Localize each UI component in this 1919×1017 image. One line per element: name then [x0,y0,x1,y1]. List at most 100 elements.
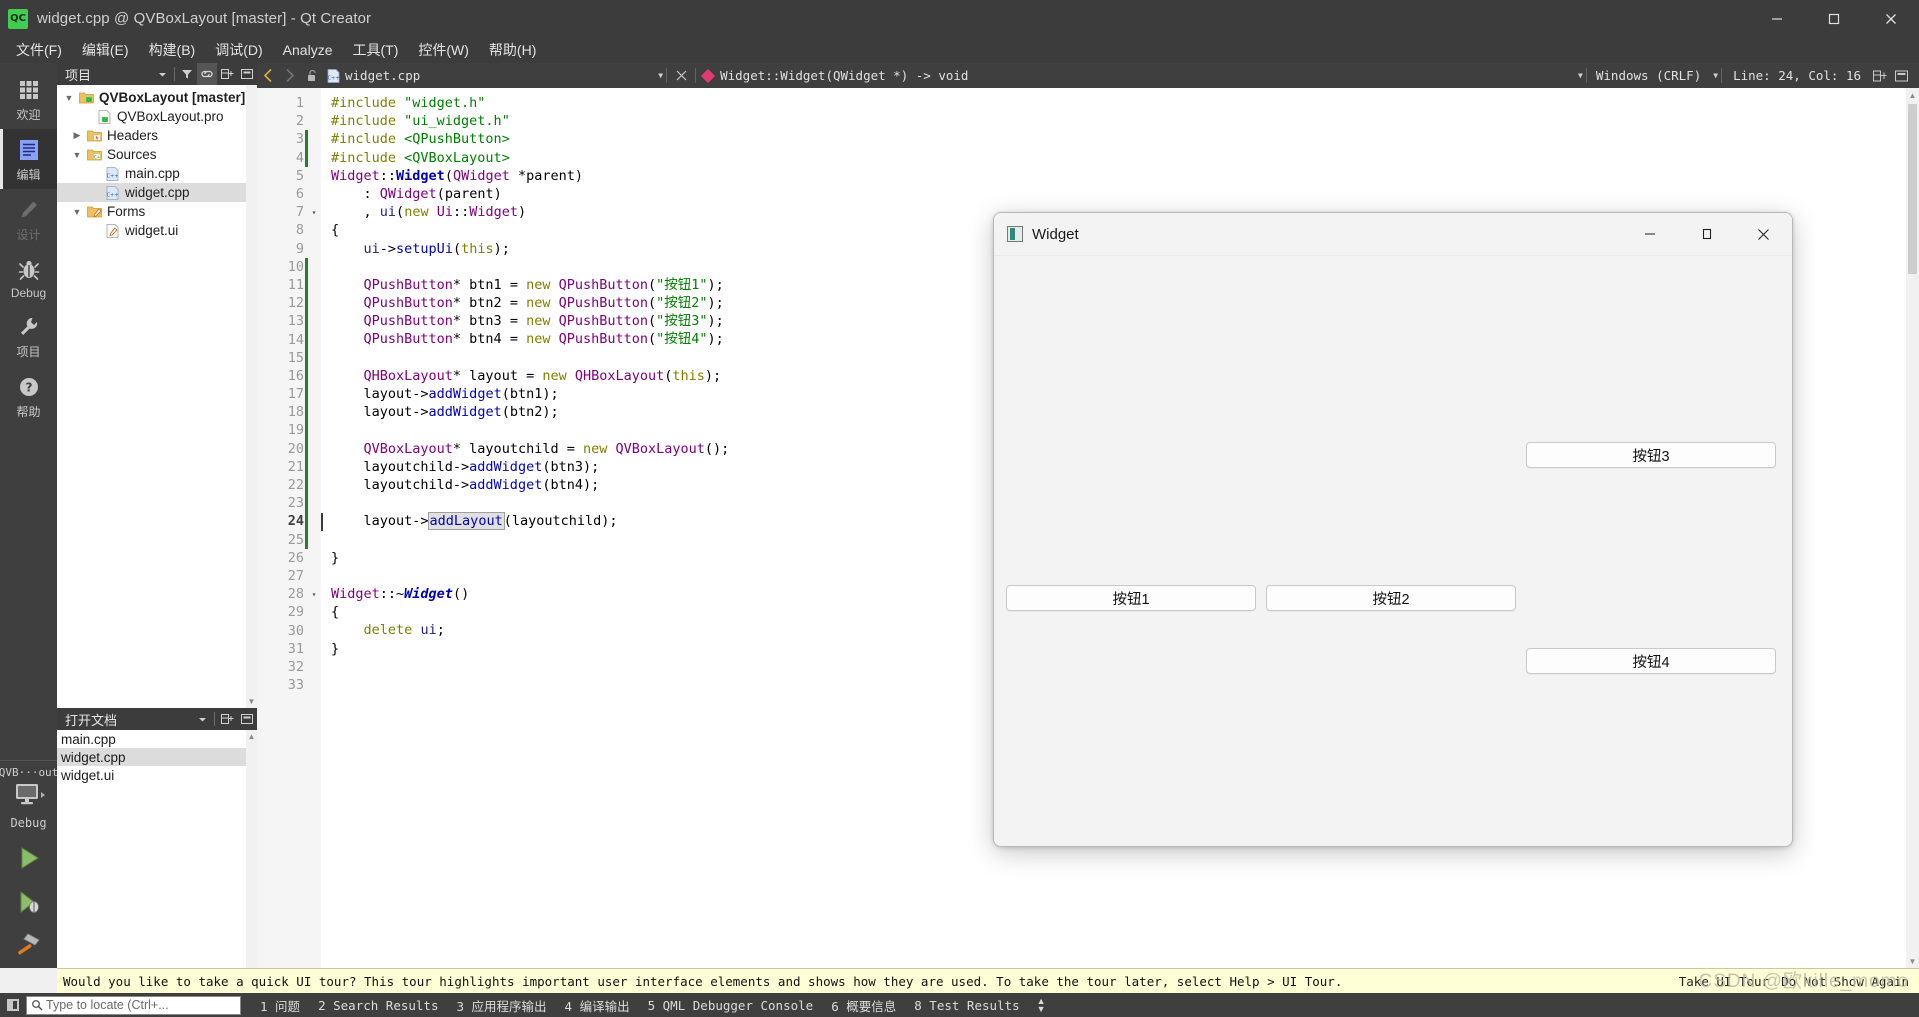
mode-projects[interactable]: 项目 [0,306,57,366]
maximize-icon[interactable] [1805,0,1862,37]
opendocs-scrollbar[interactable]: ▲ [246,730,257,968]
code-line[interactable]: #include <QVBoxLayout> [331,149,1919,167]
menu-window[interactable]: 控件(W) [408,38,479,62]
code-line[interactable]: #include "ui_widget.h" [331,112,1919,130]
tree-row-main-cpp[interactable]: C++ main.cpp [57,164,257,183]
mode-help[interactable]: ? 帮助 [0,366,57,426]
chevron-down-icon[interactable]: ▼ [1713,71,1718,80]
scroll-down-arrow-icon[interactable]: ▼ [246,695,257,708]
minimize-icon[interactable] [1748,0,1805,37]
scroll-up-arrow-icon[interactable]: ▲ [1906,88,1919,102]
chevron-down-icon[interactable] [192,708,212,730]
menu-debug[interactable]: 调试(D) [205,38,272,62]
fold-gutter[interactable]: ▾ ▾ [307,88,321,968]
tree-row-headers[interactable]: ▶ h Headers [57,126,257,145]
sidebar-toggle-icon[interactable] [0,993,26,1017]
split-close-icon[interactable] [1891,63,1913,88]
back-arrow-icon[interactable] [257,63,279,88]
mode-design[interactable]: 设计 [0,189,57,249]
code-line[interactable]: #include "widget.h" [331,94,1919,112]
line-ending-combo[interactable]: Windows (CRLF) [1590,68,1707,83]
pane-problems[interactable]: 1 问题 [251,996,309,1015]
debug-play-icon[interactable] [4,880,54,924]
qt-preview-window[interactable]: Widget 按钮1 按钮2 按钮3 按钮4 [993,212,1793,847]
minimize-icon[interactable] [1621,213,1678,256]
pane-compile-output[interactable]: 4 编译输出 [556,996,639,1015]
menu-analyze[interactable]: Analyze [273,40,343,60]
close-dock-icon[interactable] [237,708,257,730]
filter-icon[interactable] [177,63,197,85]
forward-arrow-icon[interactable] [279,63,301,88]
pane-test-results[interactable]: 8 Test Results [905,998,1028,1013]
editor-file-combo[interactable]: C++ widget.cpp [323,63,424,88]
chevron-down-icon[interactable]: ▼ [61,93,77,103]
mode-welcome[interactable]: 欢迎 [0,69,57,129]
locator-input[interactable]: Type to locate (Ctrl+... [26,995,241,1015]
chevron-right-icon[interactable]: ▶ [69,130,85,141]
chevron-down-icon[interactable] [152,63,172,85]
close-icon[interactable] [1735,213,1792,256]
scroll-down-arrow-icon[interactable]: ▼ [1906,954,1919,968]
updown-arrows-icon[interactable]: ▲ ▼ [1029,997,1054,1014]
close-icon[interactable] [1862,0,1919,37]
close-icon[interactable] [670,63,692,88]
tree-row-pro-file[interactable]: Qt QVBoxLayout.pro [57,107,257,126]
menu-help[interactable]: 帮助(H) [479,38,546,62]
maximize-icon[interactable] [1678,213,1735,256]
tree-row-widget-ui[interactable]: widget.ui [57,221,257,240]
project-tree[interactable]: ▼ Qt QVBoxLayout [master] Qt QVBoxLayout… [57,85,257,708]
tree-row-project[interactable]: ▼ Qt QVBoxLayout [master] [57,88,257,107]
tree-row-sources[interactable]: ▼ C+ Sources [57,145,257,164]
mode-edit[interactable]: 编辑 [0,129,57,189]
scrollbar-thumb[interactable] [1908,104,1917,274]
take-ui-tour-button[interactable]: Take UI Tour [1679,974,1769,989]
unlock-icon[interactable] [301,63,323,88]
kit-selector[interactable]: QVB···out Debug [0,760,59,830]
scroll-up-arrow-icon[interactable]: ▲ [246,730,257,743]
code-line[interactable]: Widget::Widget(QWidget *parent) [331,167,1919,185]
kit-name: QVB···out [0,766,59,779]
code-line[interactable]: : QWidget(parent) [331,185,1919,203]
hammer-icon[interactable] [4,924,54,968]
menu-file[interactable]: 文件(F) [6,38,72,62]
qt-push-button[interactable]: 按钮3 [1526,442,1776,468]
split-icon[interactable] [217,708,237,730]
opendocs-item-widget-cpp[interactable]: widget.cpp [57,748,257,766]
link-icon[interactable] [197,63,217,85]
code-line[interactable]: #include <QPushButton> [331,130,1919,148]
menu-build[interactable]: 构建(B) [139,38,206,62]
split-icon[interactable] [1869,63,1891,88]
close-dock-icon[interactable] [237,63,257,85]
run-play-icon[interactable] [4,836,54,880]
fold-toggle-icon[interactable]: ▾ [307,585,321,603]
mode-debug[interactable]: Debug [0,249,57,306]
opendocs-list[interactable]: main.cpp widget.cpp widget.ui ▲ [57,730,257,968]
chevron-down-icon[interactable]: ▼ [658,71,663,80]
menu-tools[interactable]: 工具(T) [342,38,408,62]
pane-qml-debugger-console[interactable]: 5 QML Debugger Console [639,998,823,1013]
qt-push-button-label: 按钮4 [1632,654,1670,671]
symbol-combo[interactable]: Widget::Widget(QWidget *) -> void [720,68,968,83]
do-not-show-again-button[interactable]: Do Not Show Again [1781,974,1909,989]
tree-row-forms[interactable]: ▼ Forms [57,202,257,221]
split-icon[interactable] [217,63,237,85]
line-number: 19 [287,422,304,439]
chevron-down-icon[interactable]: ▼ [69,207,85,217]
menu-edit[interactable]: 编辑(E) [72,38,139,62]
fold-toggle-icon[interactable]: ▾ [307,203,321,221]
pane-search-results[interactable]: 2 Search Results [309,998,447,1013]
chevron-down-icon[interactable]: ▼ [1578,71,1583,80]
project-tree-scrollbar[interactable]: ▼ [246,85,257,708]
qt-push-button[interactable]: 按钮1 [1006,585,1256,611]
opendocs-item-main-cpp[interactable]: main.cpp [57,730,257,748]
target-selector-icon[interactable] [12,783,46,814]
opendocs-item-widget-ui[interactable]: widget.ui [57,766,257,784]
chevron-down-icon[interactable]: ▼ [69,150,85,160]
fold-gutter-cell [307,367,321,385]
editor-vertical-scrollbar[interactable]: ▲ ▼ [1906,88,1919,968]
tree-row-widget-cpp[interactable]: C++ widget.cpp [57,183,257,202]
qt-push-button[interactable]: 按钮4 [1526,648,1776,674]
pane-application-output[interactable]: 3 应用程序输出 [447,996,555,1015]
pane-overview[interactable]: 6 概要信息 [822,996,905,1015]
qt-push-button[interactable]: 按钮2 [1266,585,1516,611]
